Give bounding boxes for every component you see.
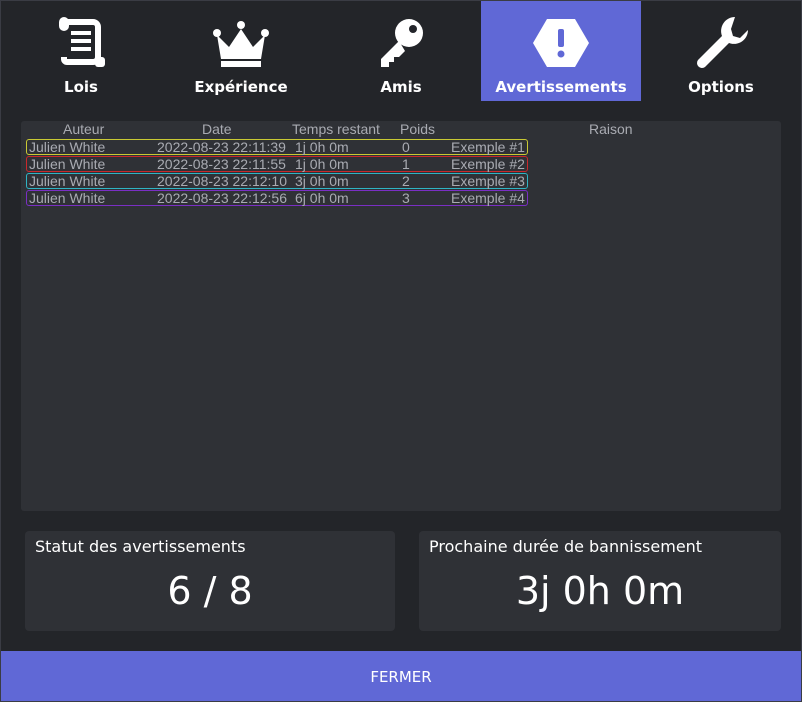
- key-icon: [381, 19, 423, 67]
- next-ban-title: Prochaine durée de bannissement: [429, 537, 703, 556]
- cell-weight: 1: [402, 156, 410, 172]
- cell-reason: Exemple #1: [451, 139, 525, 155]
- cell-date: 2022-08-23 22:12:10: [157, 173, 287, 189]
- warning-status-title: Statut des avertissements: [35, 537, 246, 556]
- column-header-date: Date: [202, 121, 232, 137]
- cell-remaining: 1j 0h 0m: [295, 139, 349, 155]
- cell-reason: Exemple #2: [451, 156, 525, 172]
- tab-amis[interactable]: Amis: [321, 1, 481, 101]
- crown-icon: [213, 21, 269, 67]
- tab-lois[interactable]: Lois: [1, 1, 161, 101]
- table-row[interactable]: Julien White 2022-08-23 22:11:55 1j 0h 0m 1…: [26, 156, 528, 172]
- column-header-reason: Raison: [589, 121, 633, 137]
- table-row[interactable]: Julien White 2022-08-23 22:12:56 6j 0h 0m 3…: [26, 190, 528, 206]
- cell-date: 2022-08-23 22:12:56: [157, 190, 287, 206]
- tab-options[interactable]: Options: [641, 1, 801, 101]
- cell-author: Julien White: [29, 156, 106, 172]
- tab-label: Amis: [380, 78, 422, 96]
- tab-avertissements[interactable]: Avertissements: [481, 1, 641, 101]
- cell-author: Julien White: [29, 173, 106, 189]
- cell-reason: Exemple #3: [451, 173, 525, 189]
- cell-remaining: 3j 0h 0m: [295, 173, 349, 189]
- column-header-author: Auteur: [63, 121, 105, 137]
- table-row[interactable]: Julien White 2022-08-23 22:12:10 3j 0h 0m 2…: [26, 173, 528, 189]
- cell-remaining: 6j 0h 0m: [295, 190, 349, 206]
- warning-status-card: Statut des avertissements 6 / 8: [25, 531, 395, 631]
- warning-hexagon-icon: [533, 19, 589, 67]
- tab-label: Expérience: [194, 78, 288, 96]
- cell-date: 2022-08-23 22:11:55: [157, 156, 286, 172]
- tab-label: Lois: [64, 78, 98, 96]
- cell-reason: Exemple #4: [451, 190, 525, 206]
- cell-weight: 3: [402, 190, 410, 206]
- cell-weight: 2: [402, 173, 410, 189]
- cell-date: 2022-08-23 22:11:39: [157, 139, 286, 155]
- tab-label: Avertissements: [495, 78, 627, 96]
- close-button[interactable]: FERMER: [1, 651, 801, 701]
- next-ban-card: Prochaine durée de bannissement 3j 0h 0m: [419, 531, 781, 631]
- tab-bar: Lois Expérience Amis Avertissements Opti…: [1, 1, 801, 101]
- warnings-table: Auteur Date Temps restant Poids Raison J…: [21, 121, 781, 511]
- column-header-remaining: Temps restant: [292, 121, 380, 137]
- cell-author: Julien White: [29, 190, 106, 206]
- scroll-icon: [59, 17, 105, 67]
- cell-author: Julien White: [29, 139, 106, 155]
- cell-weight: 0: [402, 139, 410, 155]
- warnings-window: Lois Expérience Amis Avertissements Opti…: [0, 0, 802, 702]
- tab-label: Options: [688, 78, 754, 96]
- cell-remaining: 1j 0h 0m: [295, 156, 349, 172]
- warning-status-value: 6 / 8: [167, 569, 253, 613]
- table-row[interactable]: Julien White 2022-08-23 22:11:39 1j 0h 0m 0…: [26, 139, 528, 155]
- wrench-icon: [697, 17, 748, 68]
- next-ban-value: 3j 0h 0m: [515, 569, 685, 613]
- column-header-weight: Poids: [400, 121, 436, 137]
- tab-experience[interactable]: Expérience: [161, 1, 321, 101]
